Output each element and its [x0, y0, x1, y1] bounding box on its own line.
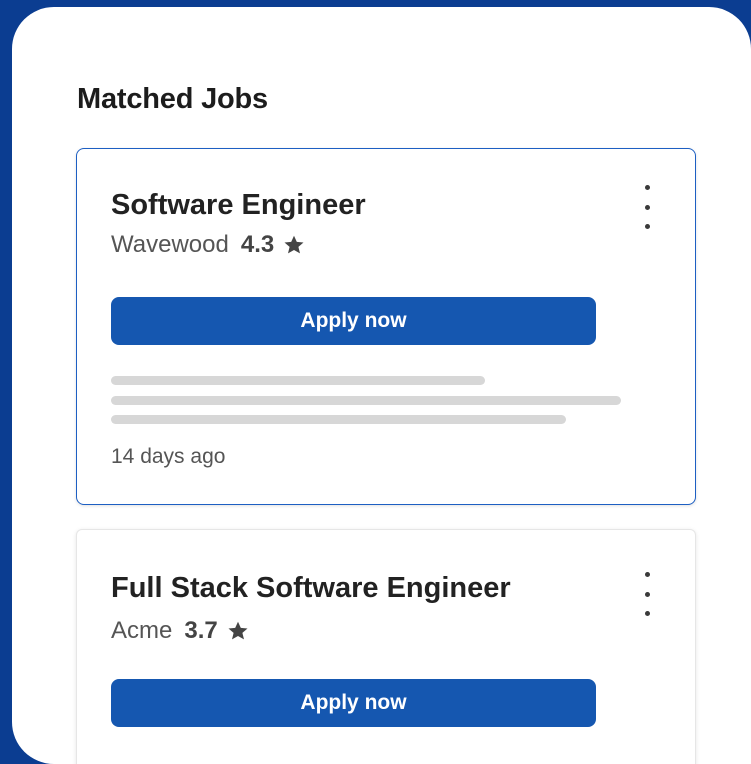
apply-now-button[interactable]: Apply now [111, 297, 596, 345]
menu-dot [644, 611, 650, 616]
company-rating: 4.3 [240, 231, 275, 258]
job-card[interactable]: Full Stack Software Engineer Acme 3.7 Ap… [76, 529, 696, 764]
menu-dot [644, 572, 650, 577]
star-icon [226, 619, 250, 643]
job-title[interactable]: Full Stack Software Engineer [111, 572, 511, 605]
description-placeholder-line [111, 376, 485, 385]
company-name: Wavewood [111, 231, 229, 258]
description-placeholder-line [111, 415, 566, 424]
job-card[interactable]: Software Engineer Wavewood 4.3 Apply now… [76, 148, 696, 505]
company-rating: 3.7 [184, 617, 218, 644]
company-rating-row: Acme 3.7 [111, 617, 250, 645]
app-background: Matched Jobs Software Engineer Wavewood … [0, 0, 751, 764]
more-options-icon[interactable] [635, 572, 659, 616]
job-title[interactable]: Software Engineer [111, 189, 366, 222]
menu-dot [644, 204, 650, 210]
matched-jobs-panel: Matched Jobs Software Engineer Wavewood … [12, 7, 751, 764]
more-options-icon[interactable] [635, 185, 659, 229]
apply-now-button[interactable]: Apply now [111, 679, 596, 727]
company-rating-row: Wavewood 4.3 [111, 231, 306, 259]
menu-dot [644, 591, 650, 597]
menu-dot [644, 185, 650, 190]
star-icon [282, 233, 306, 257]
section-title: Matched Jobs [77, 83, 268, 115]
description-placeholder-line [111, 396, 621, 405]
posted-time: 14 days ago [111, 445, 226, 468]
company-name: Acme [111, 617, 173, 644]
menu-dot [644, 224, 650, 229]
